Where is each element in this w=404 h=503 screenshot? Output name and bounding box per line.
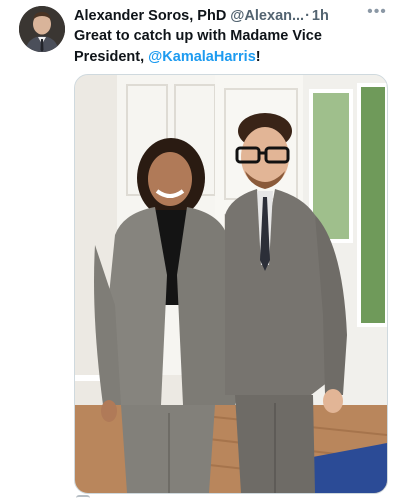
- next-tweet-action-icon: [76, 495, 90, 503]
- mention-link[interactable]: @KamalaHarris: [148, 49, 256, 65]
- header-separator: ·: [305, 8, 310, 24]
- more-options-button[interactable]: •••: [366, 2, 388, 22]
- tweet-text: Great to catch up with Madame Vice Presi…: [74, 26, 392, 68]
- more-horizontal-icon: •••: [367, 3, 387, 20]
- author-name[interactable]: Alexander Soros, PhD: [74, 6, 226, 26]
- tweet-photo[interactable]: [74, 74, 388, 494]
- tweet-timestamp[interactable]: 1h: [312, 6, 329, 26]
- photo-scene: [75, 75, 387, 493]
- tweet[interactable]: Alexander Soros, PhD @Alexan... · 1h •••…: [0, 0, 404, 500]
- author-handle[interactable]: @Alexan...: [230, 6, 304, 26]
- author-avatar[interactable]: [19, 6, 65, 52]
- tweet-header: Alexander Soros, PhD @Alexan... · 1h: [74, 5, 374, 27]
- tweet-text-end: !: [255, 49, 261, 65]
